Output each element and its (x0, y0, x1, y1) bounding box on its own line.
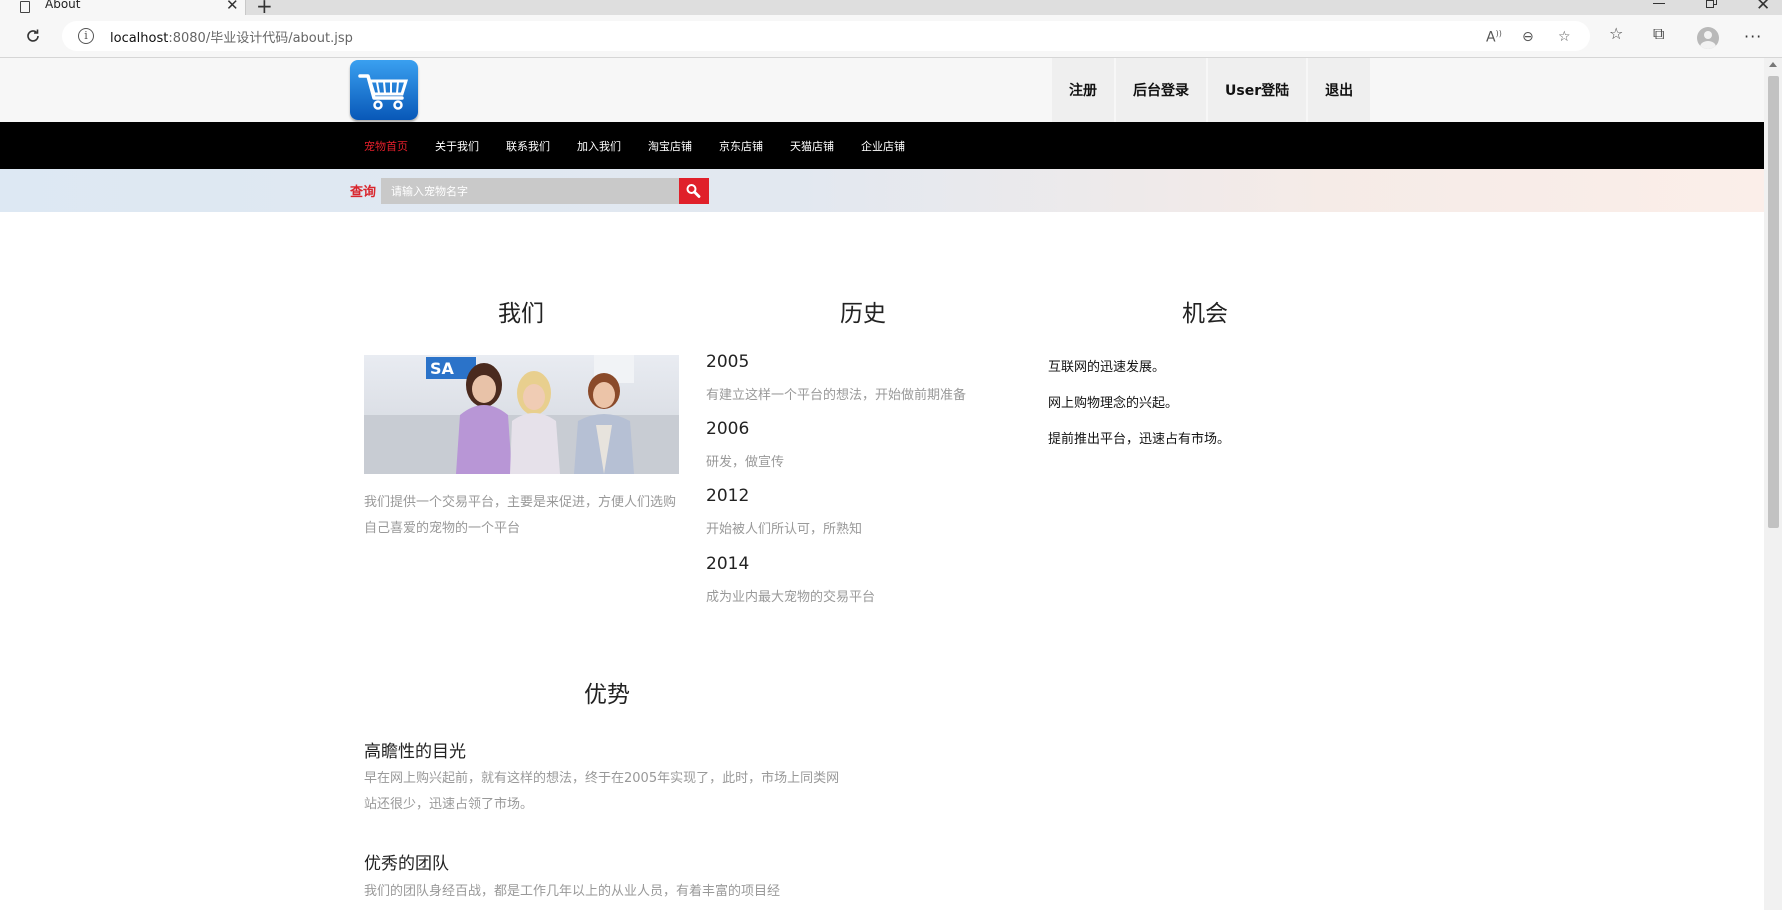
register-link[interactable]: 注册 (1052, 58, 1116, 122)
opportunity-item: 互联网的迅速发展。 (1048, 360, 1166, 375)
minimize-icon[interactable] (1653, 0, 1667, 12)
opportunity-title: 机会 (1182, 301, 1228, 327)
nav-item-enterprise-store[interactable]: 企业店铺 (861, 138, 905, 154)
scroll-thumb[interactable] (1768, 76, 1779, 528)
search-button[interactable] (679, 178, 709, 204)
history-year: 2012 (706, 486, 750, 506)
nav-item-tmall-store[interactable]: 天猫店铺 (790, 138, 834, 154)
history-desc: 研发，做宣传 (706, 455, 785, 470)
nav-item-pet-home[interactable]: 宠物首页 (364, 138, 408, 154)
advantage-text: 早在网上购兴起前，就有这样的想法，终于在2005年实现了，此时，市场上同类网站还… (364, 771, 840, 812)
opportunity-item: 提前推出平台，迅速占有市场。 (1048, 432, 1231, 447)
browser-tab[interactable]: About ✕ (0, 0, 246, 15)
restore-icon[interactable] (1706, 0, 1718, 9)
address-bar[interactable]: i localhost:8080/毕业设计代码/about.jsp A)) ⊖ … (62, 21, 1590, 51)
header-links: 注册 后台登录 User登陆 退出 (1052, 58, 1373, 122)
collections-icon[interactable]: ⧉ (1653, 24, 1664, 44)
history-desc: 有建立这样一个平台的想法，开始做前期准备 (706, 388, 967, 403)
page-icon (20, 1, 30, 13)
history-year: 2006 (706, 419, 750, 439)
search-input[interactable] (381, 178, 679, 204)
advantage-heading: 优秀的团队 (364, 854, 449, 874)
cart-logo-icon[interactable] (350, 60, 418, 120)
address-toolbar: i localhost:8080/毕业设计代码/about.jsp A)) ⊖ … (0, 15, 1782, 58)
browser-tabstrip: About ✕ + ✕ (0, 0, 1782, 18)
read-aloud-icon[interactable]: A)) (1486, 29, 1502, 46)
shopping-women-photo: SA (364, 355, 679, 474)
search-label: 查询 (350, 185, 377, 200)
admin-login-link[interactable]: 后台登录 (1116, 58, 1208, 122)
more-options-icon[interactable]: ··· (1744, 27, 1762, 46)
history-year: 2014 (706, 554, 750, 574)
window-close-icon[interactable]: ✕ (1756, 0, 1770, 15)
nav-item-contact-us[interactable]: 联系我们 (506, 138, 550, 154)
logout-link[interactable]: 退出 (1308, 58, 1373, 122)
vertical-scrollbar[interactable] (1764, 58, 1782, 910)
we-title: 我们 (498, 301, 544, 327)
svg-text:SA: SA (430, 359, 455, 378)
info-icon[interactable]: i (78, 28, 94, 44)
history-desc: 开始被人们所认可，所熟知 (706, 522, 863, 537)
history-desc: 成为业内最大宠物的交易平台 (706, 590, 876, 605)
search-icon (686, 184, 701, 198)
history-title: 历史 (840, 301, 886, 327)
advantage-text: 我们的团队身经百战，都是工作几年以上的从业人员，有着丰富的项目经 (364, 884, 781, 899)
page-viewport: 注册 后台登录 User登陆 退出 宠物首页 关于我们 联系我们 加入我们 淘宝… (0, 58, 1764, 910)
history-year: 2005 (706, 352, 750, 372)
close-tab-icon[interactable]: ✕ (226, 0, 239, 14)
scroll-up-arrow-icon[interactable] (1769, 62, 1777, 67)
user-login-link[interactable]: User登陆 (1208, 58, 1309, 122)
main-nav: 宠物首页 关于我们 联系我们 加入我们 淘宝店铺 京东店铺 天猫店铺 企业店铺 (0, 122, 1764, 169)
nav-item-jd-store[interactable]: 京东店铺 (719, 138, 763, 154)
reload-icon[interactable] (24, 27, 42, 45)
nav-item-about-us[interactable]: 关于我们 (435, 138, 479, 154)
profile-avatar[interactable] (1697, 27, 1719, 49)
add-favorite-icon[interactable]: ☆ (1558, 29, 1571, 45)
tab-title: About (45, 0, 81, 11)
nav-item-join-us[interactable]: 加入我们 (577, 138, 621, 154)
favorites-icon[interactable]: ☆ (1609, 24, 1623, 43)
site-header: 注册 后台登录 User登陆 退出 (0, 58, 1764, 122)
nav-item-taobao-store[interactable]: 淘宝店铺 (648, 138, 692, 154)
zoom-out-icon[interactable]: ⊖ (1522, 29, 1534, 45)
about-description: 我们提供一个交易平台，主要是来促进，方便人们选购自己喜爱的宠物的一个平台 (364, 495, 677, 536)
url-text[interactable]: localhost:8080/毕业设计代码/about.jsp (110, 27, 353, 46)
advantage-heading: 高瞻性的目光 (364, 742, 466, 762)
opportunity-item: 网上购物理念的兴起。 (1048, 396, 1179, 411)
advantages-title: 优势 (584, 682, 630, 708)
search-bar: 查询 (0, 169, 1764, 212)
